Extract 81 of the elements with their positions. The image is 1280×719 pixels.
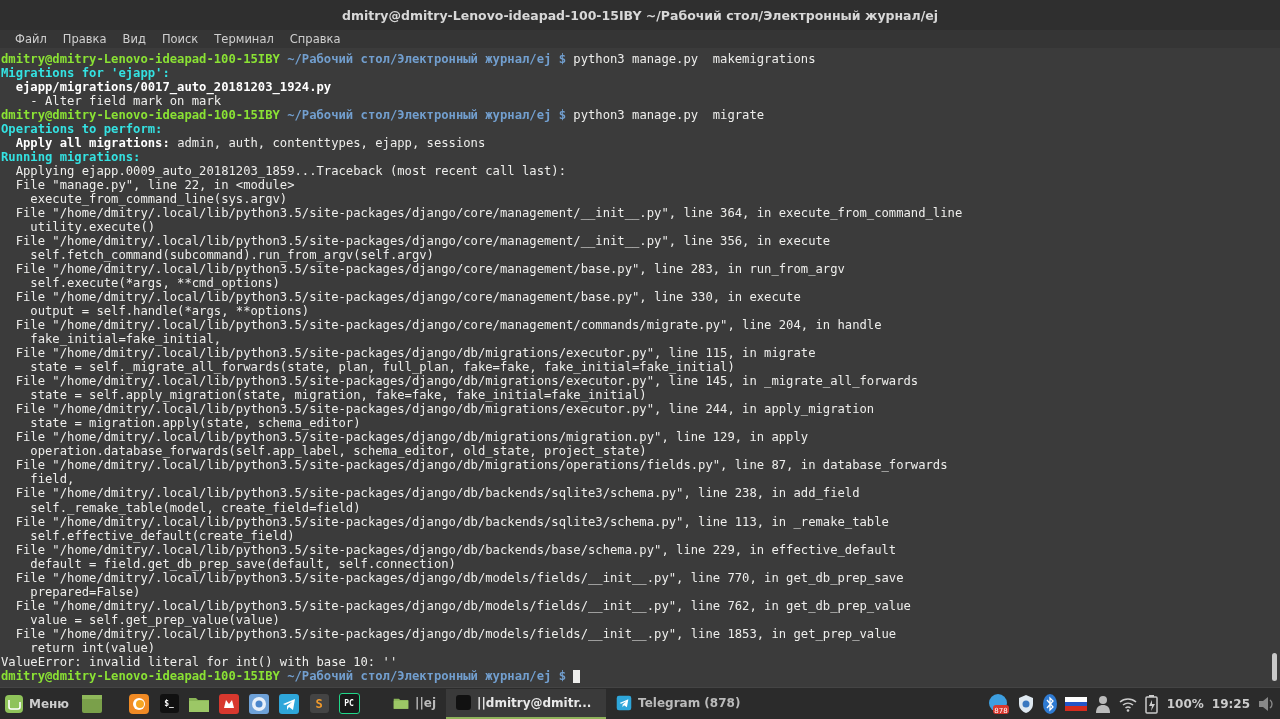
wifi-icon[interactable] [1118,695,1137,712]
telegram-icon [616,694,633,711]
output-line: - Alter field mark on mark [30,94,222,109]
telegram-icon[interactable] [278,692,301,715]
output-line: self._remake_table(model, create_field=field) [30,500,361,515]
menu-item[interactable]: Правка [54,32,115,46]
mint-logo-icon [4,693,24,714]
prompt-path: ~/Рабочий стол/Электронный журнал/ej $ [287,668,566,683]
menu-item[interactable]: Файл [7,32,55,46]
taskbar-window-button[interactable]: ||dmitry@dmitr... [446,688,607,719]
output-line: Apply all migrations: [15,136,170,151]
clock[interactable]: 19:25 [1211,696,1250,711]
taskbar-window-button[interactable]: ||ej [383,688,447,719]
output-line: File "/home/dmitry/.local/lib/python3.5/site-packages/django/core/management/base.py", line 330, in execute [15,290,801,305]
output-line: File "/home/dmitry/.local/lib/python3.5/site-packages/django/db/models/fields/__init__.py", line 1853, in get_prep_value [15,626,897,641]
output-line: File "/home/dmitry/.local/lib/python3.5/site-packages/django/db/migrations/migration.py", line 129, in apply [15,430,809,445]
output-line: File "/home/dmitry/.local/lib/python3.5/site-packages/django/db/migrations/executor.py", line 145, in _migrate_all_forwards [15,374,919,389]
output-line: self.fetch_command(subcommand).run_from_argv(self.argv) [30,248,434,263]
output-line: Applying ejapp.0009_auto_20181203_1859...Traceback (most recent call last): [15,164,566,179]
prompt-user: dmitry@dmitry-Lenovo-ideapad-100-15IBY [1,108,280,123]
output-line: admin, auth, contenttypes, ejapp, sessions [177,136,486,151]
output-heading: Operations to perform: [1,122,163,137]
output-line: prepared=False) [30,584,141,599]
output-line: File "/home/dmitry/.local/lib/python3.5/site-packages/django/core/management/__init__.py", line 364, in execute_from_command_line [15,206,963,221]
menu-item[interactable]: Вид [114,32,154,46]
terminal-icon[interactable]: $_ [159,694,179,713]
output-line: File "/home/dmitry/.local/lib/python3.5/site-packages/django/core/management/base.py", line 283, in run_from_argv [15,262,845,277]
battery-percent: 100% [1166,696,1204,711]
command-text: python3 manage.py migrate [573,108,765,123]
output-line: self.effective_default(create_field) [30,528,295,543]
command-text: python3 manage.py makemigrations [573,52,816,66]
output-line: output = self.handle(*args, **options) [30,304,310,319]
output-line: File "/home/dmitry/.local/lib/python3.5/site-packages/django/db/migrations/operations/fields.py", line 87, in database_forwards [15,458,948,473]
output-line: default = field.get_db_prep_save(default, self.connection) [30,556,456,571]
shield-icon[interactable] [1016,693,1035,714]
prompt-user: dmitry@dmitry-Lenovo-ideapad-100-15IBY [1,52,280,66]
output-line: execute_from_command_line(sys.argv) [30,192,288,207]
output-line: state = migration.apply(state, schema_editor) [30,416,361,431]
terminal-icon [456,695,472,710]
output-line: File "/home/dmitry/.local/lib/python3.5/site-packages/django/db/backends/sqlite3/schema.py", line 113, in _remake_table [15,514,889,529]
output-heading: Running migrations: [1,150,141,165]
output-line: File "/home/dmitry/.local/lib/python3.5/site-packages/django/db/models/fields/__init__.py", line 770, in get_db_prep_save [15,570,904,585]
output-line: File "manage.py", line 22, in <module> [15,178,295,193]
output-line: ejapp/migrations/0017_auto_20181203_1924.py [15,80,332,95]
flag-icon[interactable] [1064,696,1087,711]
output-line: self.execute(*args, **cmd_options) [30,276,280,291]
user-icon[interactable] [1094,694,1111,713]
output-line: File "/home/dmitry/.local/lib/python3.5/site-packages/django/db/backends/sqlite3/schema.py", line 238, in add_field [15,486,860,501]
output-line: File "/home/dmitry/.local/lib/python3.5/site-packages/django/db/models/fields/__init__.py", line 762, in get_db_prep_value [15,598,911,613]
output-line: File "/home/dmitry/.local/lib/python3.5/site-packages/django/db/migrations/executor.py", line 244, in apply_migration [15,402,875,417]
volume-icon[interactable] [1258,695,1274,712]
menu-button[interactable]: Меню [0,688,76,719]
output-heading: Migrations for 'ejapp': [1,66,170,81]
menu-item[interactable]: Терминал [206,32,282,46]
scrollbar-thumb[interactable] [1272,653,1277,681]
output-line: File "/home/dmitry/.local/lib/python3.5/site-packages/django/core/management/commands/migrate.py", line 204, in handle [15,318,882,333]
prompt-path: ~/Рабочий стол/Электронный журнал/ej $ [287,52,566,66]
desktop-icon[interactable] [81,692,104,715]
output-line: utility.execute() [30,220,156,235]
menu-item[interactable]: Поиск [153,32,207,46]
output-line: File "/home/dmitry/.local/lib/python3.5/site-packages/django/db/backends/base/schema.py", line 229, in effective_default [15,542,897,557]
output-line: return int(value) [30,640,156,655]
pycharm-icon[interactable]: PC [338,693,360,714]
output-line: File "/home/dmitry/.local/lib/python3.5/site-packages/django/db/migrations/executor.py", line 115, in migrate [15,346,816,361]
output-line: fake_initial=fake_initial, [30,332,222,347]
taskbar-window-button[interactable]: Telegram (878) [606,688,751,719]
output-line: state = self._migrate_all_forwards(state, plan, full_plan, fake=fake, fake_initial=fake_initial) [30,360,735,375]
sublime-icon[interactable]: S [309,694,329,713]
output-line: value = self.get_prep_value(value) [30,612,280,627]
output-line: state = self.apply_migration(state, migration, fake=fake, fake_initial=fake_initial) [30,388,647,403]
prompt-user: dmitry@dmitry-Lenovo-ideapad-100-15IBY [1,668,280,683]
bluetooth-icon[interactable] [1042,692,1057,715]
output-line: operation.database_forwards(self.app_label, schema_editor, old_state, project_state) [30,444,647,459]
output-line: File "/home/dmitry/.local/lib/python3.5/site-packages/django/core/management/__init__.py", line 356, in execute [15,234,831,249]
browser-icon[interactable] [248,692,271,715]
window-title: dmitry@dmitry-Lenovo-ideapad-100-15IBY ~/Рабочий стол/Электронный журнал/ej [341,7,939,23]
menu-item[interactable]: Справка [281,32,349,46]
battery-icon[interactable] [1144,693,1159,714]
output-line: ValueError: invalid literal for int() with base 10: '' [1,654,398,669]
output-line: field, [30,472,75,487]
prompt-path: ~/Рабочий стол/Электронный журнал/ej $ [287,108,566,123]
